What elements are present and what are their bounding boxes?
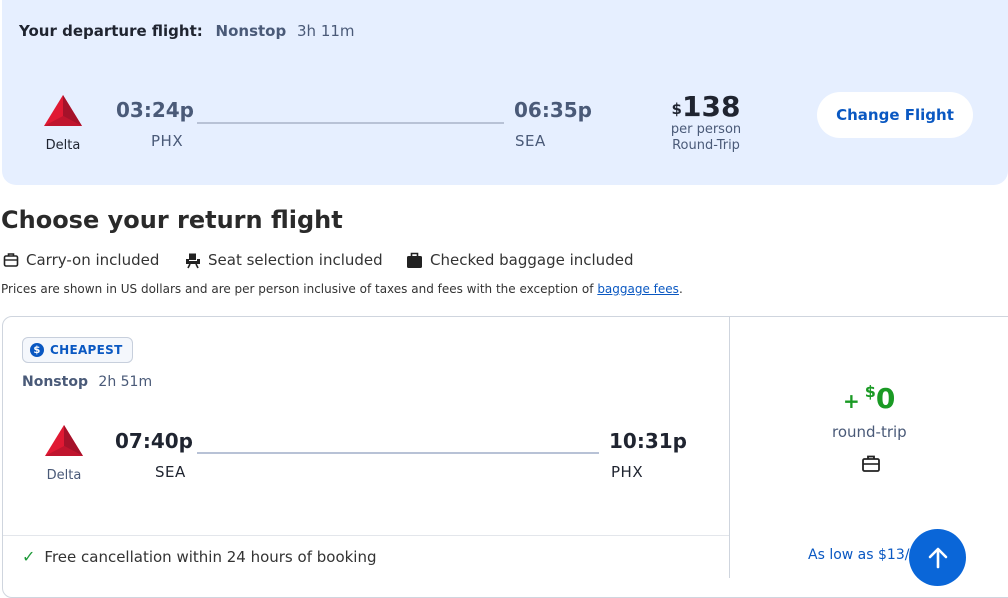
delta-logo-icon	[45, 425, 83, 456]
return-arrive-time: 10:31p	[609, 429, 687, 453]
add-sign: +	[843, 389, 860, 413]
as-low-as-link[interactable]: As low as $13/	[808, 547, 909, 563]
checked-bag-icon	[407, 252, 422, 268]
amenity-seat: Seat selection included	[185, 251, 383, 269]
return-add-price: + $0	[843, 382, 895, 415]
amenity-checked-bag-label: Checked baggage included	[430, 251, 634, 269]
check-icon: ✓	[22, 547, 36, 566]
card-divider	[729, 317, 730, 578]
amenity-carry-on: Carry-on included	[3, 251, 159, 269]
price-note-text: Prices are shown in US dollars and are p…	[1, 282, 598, 296]
baggage-fees-link[interactable]: baggage fees	[597, 282, 679, 296]
change-flight-button[interactable]: Change Flight	[817, 92, 973, 138]
return-section-title: Choose your return flight	[1, 206, 343, 234]
amenity-checked-bag: Checked baggage included	[406, 251, 633, 269]
briefcase-icon	[862, 455, 880, 476]
return-airline: Delta	[39, 424, 89, 483]
return-summary: Nonstop 2h 51m	[22, 374, 152, 390]
return-duration: 2h 51m	[98, 374, 153, 390]
free-cancellation: ✓ Free cancellation within 24 hours of b…	[22, 547, 377, 566]
departure-arrive-time: 06:35p	[514, 98, 592, 122]
departure-label: Your departure flight:	[19, 22, 203, 40]
return-depart-time: 07:40p	[115, 429, 193, 453]
scroll-to-top-button[interactable]	[909, 529, 966, 586]
cheapest-badge: $ CHEAPEST	[22, 337, 133, 363]
departure-price-note: per person	[670, 122, 742, 137]
add-currency: $	[864, 382, 876, 401]
arrow-up-icon	[928, 547, 947, 568]
departure-price: $138 per person Round-Trip	[656, 92, 756, 154]
price-note: Prices are shown in US dollars and are p…	[1, 282, 683, 296]
return-stops: Nonstop	[22, 374, 88, 390]
seat-icon	[186, 253, 200, 268]
add-value: 0	[875, 382, 896, 415]
price-note-end: .	[678, 282, 683, 296]
cheapest-badge-label: CHEAPEST	[50, 343, 123, 357]
departure-depart-time: 03:24p	[116, 98, 194, 122]
carry-on-icon	[3, 253, 19, 267]
return-airline-name: Delta	[46, 468, 82, 483]
card-footer-divider	[3, 535, 729, 536]
departure-airline: Delta	[38, 94, 88, 153]
departure-price-value: 138	[681, 90, 741, 123]
dollar-coin-icon: $	[30, 343, 44, 357]
departure-arrive-code: SEA	[515, 132, 546, 150]
departure-route-line	[197, 122, 504, 124]
departure-price-type: Round-Trip	[672, 138, 740, 153]
return-route-line	[197, 452, 599, 454]
free-cancellation-label: Free cancellation within 24 hours of boo…	[44, 547, 377, 566]
departure-duration: 3h 11m	[297, 22, 355, 40]
return-depart-code: SEA	[155, 463, 186, 481]
departure-depart-code: PHX	[151, 132, 184, 150]
departure-stops: Nonstop	[215, 22, 287, 40]
amenity-seat-label: Seat selection included	[208, 251, 383, 269]
delta-logo-icon	[44, 95, 82, 126]
departure-header: Your departure flight: Nonstop 3h 11m	[19, 22, 355, 40]
return-price-type: round-trip	[832, 423, 907, 441]
return-arrive-code: PHX	[611, 463, 644, 481]
departure-price-currency: $	[671, 100, 682, 118]
departure-airline-name: Delta	[45, 138, 81, 153]
amenity-carry-on-label: Carry-on included	[26, 251, 160, 269]
